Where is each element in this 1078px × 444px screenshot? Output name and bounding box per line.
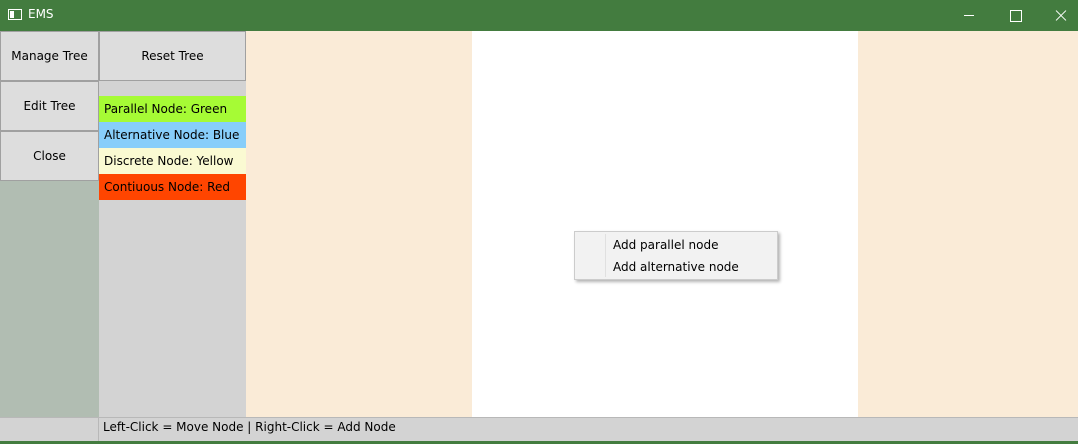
title-bar: EMS	[0, 0, 1078, 31]
context-menu: Add parallel node Add alternative node	[574, 231, 778, 280]
window-title: EMS	[28, 7, 54, 21]
tree-canvas-right-margin[interactable]	[858, 31, 1078, 417]
maximize-icon[interactable]	[992, 0, 1038, 31]
edit-tree-button[interactable]: Edit Tree	[0, 81, 99, 131]
manage-tree-button[interactable]: Manage Tree	[0, 31, 99, 81]
legend-parallel-node: Parallel Node: Green	[99, 96, 246, 122]
tree-canvas-left-margin[interactable]	[246, 31, 472, 417]
menu-gutter	[605, 234, 606, 277]
minimize-icon[interactable]	[946, 0, 992, 31]
app-window-icon	[8, 9, 22, 20]
left-nav-panel: Manage Tree Edit Tree Close	[0, 31, 99, 417]
legend-alternative-node: Alternative Node: Blue	[99, 122, 246, 148]
tree-canvas[interactable]	[472, 31, 858, 417]
legend-panel: Reset Tree Parallel Node: Green Alternat…	[99, 31, 246, 417]
close-button[interactable]: Close	[0, 131, 99, 181]
status-bar: Left-Click = Move Node | Right-Click = A…	[0, 417, 1078, 444]
status-text: Left-Click = Move Node | Right-Click = A…	[103, 420, 396, 434]
legend-discrete-node: Discrete Node: Yellow	[99, 148, 246, 174]
legend-continuous-node: Contiuous Node: Red	[99, 174, 246, 200]
close-icon[interactable]	[1038, 0, 1078, 31]
reset-tree-button[interactable]: Reset Tree	[99, 31, 246, 81]
